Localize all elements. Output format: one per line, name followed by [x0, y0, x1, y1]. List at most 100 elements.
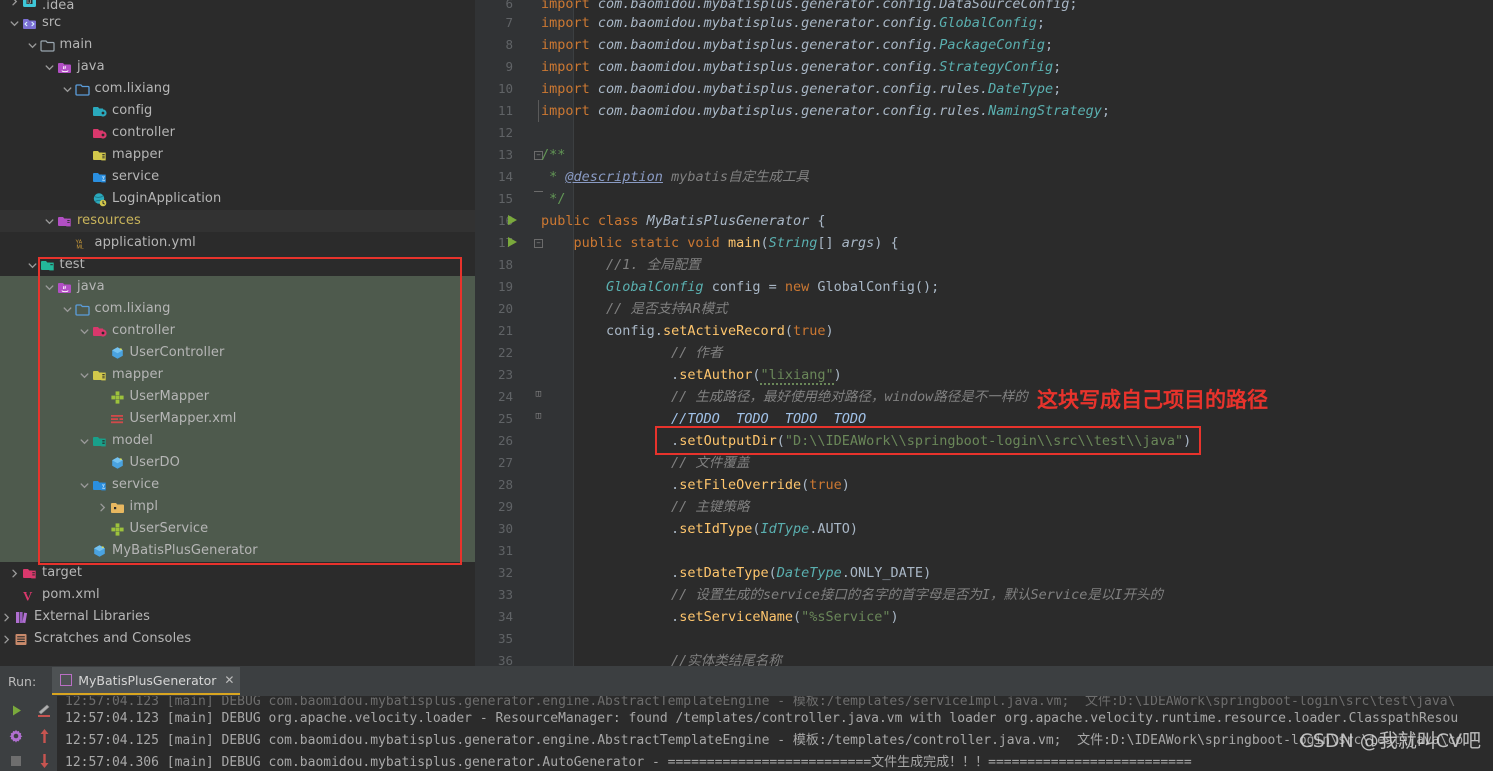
chevron-down-icon[interactable] [78, 474, 91, 496]
tree-item-pom-xml[interactable]: Vpom.xml [0, 584, 475, 606]
code-line-33[interactable]: 33 // 设置生成的service接口的名字的首字母是否为I，默认Servic… [475, 584, 1493, 606]
code-line-20[interactable]: 20 // 是否支持AR模式 [475, 298, 1493, 320]
tree-item-java[interactable]: java [0, 276, 475, 298]
tree-item-java[interactable]: java [0, 56, 475, 78]
run-gutter-icon[interactable] [508, 237, 517, 247]
tree-item-label: com.lixiang [94, 301, 171, 316]
rerun-play-icon[interactable] [2, 698, 30, 723]
run-tab-mybatisplusgenerator[interactable]: MyBatisPlusGenerator ✕ [52, 667, 241, 695]
code-line-35[interactable]: 35 [475, 628, 1493, 650]
chevron-down-icon[interactable] [78, 364, 91, 386]
console-output[interactable]: 12:57:04.123 [main] DEBUG com.baomidou.m… [57, 696, 1493, 771]
code-line-32[interactable]: 32 .setDateType(DateType.ONLY_DATE) [475, 562, 1493, 584]
line-number: 13 [497, 147, 513, 162]
chevron-down-icon[interactable] [43, 56, 56, 78]
tree-item-external-libraries[interactable]: External Libraries [0, 606, 475, 628]
code-line-19[interactable]: 19 GlobalConfig config = new GlobalConfi… [475, 276, 1493, 298]
code-line-13[interactable]: 13−/** [475, 144, 1493, 166]
settings-gear-icon[interactable] [2, 723, 30, 748]
tree-item-service[interactable]: Σservice [0, 166, 475, 188]
chevron-down-icon[interactable] [78, 430, 91, 452]
tree-item-config[interactable]: config [0, 100, 475, 122]
tree-item-target[interactable]: target [0, 562, 475, 584]
scroll-up-icon[interactable] [30, 723, 58, 748]
tree-item--idea[interactable]: IJ .idea [0, 0, 475, 12]
chevron-down-icon[interactable] [61, 298, 74, 320]
tree-item-main[interactable]: main [0, 34, 475, 56]
tree-item-controller[interactable]: controller [0, 320, 475, 342]
tree-item-com-lixiang[interactable]: com.lixiang [0, 78, 475, 100]
tree-item-userdo[interactable]: UserDO [0, 452, 475, 474]
code-line-18[interactable]: 18 //1. 全局配置 [475, 254, 1493, 276]
code-line-9[interactable]: 9 import com.baomidou.mybatisplus.generat… [475, 56, 1493, 78]
code-line-36[interactable]: 36 //实体类结尾名称 [475, 650, 1493, 666]
chevron-down-icon[interactable] [43, 276, 56, 298]
scroll-down-icon[interactable] [30, 748, 58, 771]
code-line-11[interactable]: 11 import com.baomidou.mybatisplus.genera… [475, 100, 1493, 122]
chevron-down-icon[interactable] [78, 320, 91, 342]
tree-item-loginapplication[interactable]: LoginApplication [0, 188, 475, 210]
chevron-right-icon[interactable] [96, 496, 109, 518]
tree-item-controller[interactable]: controller [0, 122, 475, 144]
code-line-8[interactable]: 8 import com.baomidou.mybatisplus.generat… [475, 34, 1493, 56]
tree-item-impl[interactable]: impl [0, 496, 475, 518]
code-line-21[interactable]: 21 config.setActiveRecord(true) [475, 320, 1493, 342]
code-text: //1. 全局配置 [606, 257, 701, 273]
tree-item-resources[interactable]: resources [0, 210, 475, 232]
stop-square-icon[interactable] [2, 748, 30, 771]
chevron-down-icon[interactable] [8, 12, 21, 34]
code-line-34[interactable]: 34 .setServiceName("%sService") [475, 606, 1493, 628]
code-line-7[interactable]: 7 import com.baomidou.mybatisplus.generat… [475, 12, 1493, 34]
chevron-right-icon[interactable] [8, 562, 21, 584]
tree-item-com-lixiang[interactable]: com.lixiang [0, 298, 475, 320]
tree-item-mybatisplusgenerator[interactable]: MyBatisPlusGenerator [0, 540, 475, 562]
chevron-down-icon[interactable] [43, 210, 56, 232]
code-line-28[interactable]: 28 .setFileOverride(true) [475, 474, 1493, 496]
code-line-14[interactable]: 14 * @description mybatis自定生成工具 [475, 166, 1493, 188]
code-editor[interactable]: 6 import com.baomidou.mybatisplus.generat… [475, 0, 1493, 666]
code-line-27[interactable]: 27 // 文件覆盖 [475, 452, 1493, 474]
tree-item-model[interactable]: model [0, 430, 475, 452]
tree-item-mapper[interactable]: mapper [0, 364, 475, 386]
run-gutter-icon[interactable] [508, 215, 517, 225]
code-line-16[interactable]: 16 public class MyBatisPlusGenerator { [475, 210, 1493, 232]
line-number: 20 [497, 301, 513, 316]
chevron-down-icon[interactable] [26, 34, 39, 56]
chevron-right-icon[interactable] [0, 606, 13, 628]
tree-item-usermapper[interactable]: UserMapper [0, 386, 475, 408]
code-line-12[interactable]: 12 [475, 122, 1493, 144]
code-line-31[interactable]: 31 [475, 540, 1493, 562]
code-line-24[interactable]: 24 ◫ // 生成路径，最好使用绝对路径，window路径是不一样的 [475, 386, 1493, 408]
code-line-25[interactable]: 25 ◫ //TODO TODO TODO TODO [475, 408, 1493, 430]
code-text: // 文件覆盖 [671, 455, 750, 471]
code-line-26[interactable]: 26 .setOutputDir("D:\\IDEAWork\\springbo… [475, 430, 1493, 452]
code-lines[interactable]: 6 import com.baomidou.mybatisplus.generat… [475, 0, 1493, 666]
project-tree-panel[interactable]: IJ .idea src main java com.lixiang config contr… [0, 0, 475, 666]
tree-item-userservice[interactable]: UserService [0, 518, 475, 540]
tree-item-mapper[interactable]: mapper [0, 144, 475, 166]
scratches-icon [13, 628, 30, 650]
tree-item-test[interactable]: test [0, 254, 475, 276]
chevron-right-icon[interactable] [0, 628, 13, 650]
tree-item-application-yml[interactable]: YA ML application.yml [0, 232, 475, 254]
tree-item-usermapper-xml[interactable]: UserMapper.xml [0, 408, 475, 430]
code-line-17[interactable]: 17− public static void main(String[] arg… [475, 232, 1493, 254]
tree-item-service[interactable]: Σservice [0, 474, 475, 496]
tree-item-src[interactable]: src [0, 12, 475, 34]
chevron-down-icon[interactable] [26, 254, 39, 276]
code-line-29[interactable]: 29 // 主键策略 [475, 496, 1493, 518]
code-line-10[interactable]: 10 import com.baomidou.mybatisplus.genera… [475, 78, 1493, 100]
code-line-23[interactable]: 23 .setAuthor("lixiang") [475, 364, 1493, 386]
code-line-15[interactable]: 15 */ [475, 188, 1493, 210]
chevron-down-icon[interactable] [61, 78, 74, 100]
tree-item-usercontroller[interactable]: UserController [0, 342, 475, 364]
tree-item-scratches-and-consoles[interactable]: Scratches and Consoles [0, 628, 475, 650]
chevron-right-icon[interactable] [8, 0, 21, 12]
code-line-6[interactable]: 6 import com.baomidou.mybatisplus.generat… [475, 0, 1493, 12]
close-icon[interactable]: ✕ [224, 673, 234, 687]
line-number: 11 [497, 103, 513, 118]
rerun-pencil-icon[interactable] [30, 698, 58, 723]
code-line-30[interactable]: 30 .setIdType(IdType.AUTO) [475, 518, 1493, 540]
run-toolbar[interactable] [0, 696, 57, 771]
code-line-22[interactable]: 22 // 作者 [475, 342, 1493, 364]
